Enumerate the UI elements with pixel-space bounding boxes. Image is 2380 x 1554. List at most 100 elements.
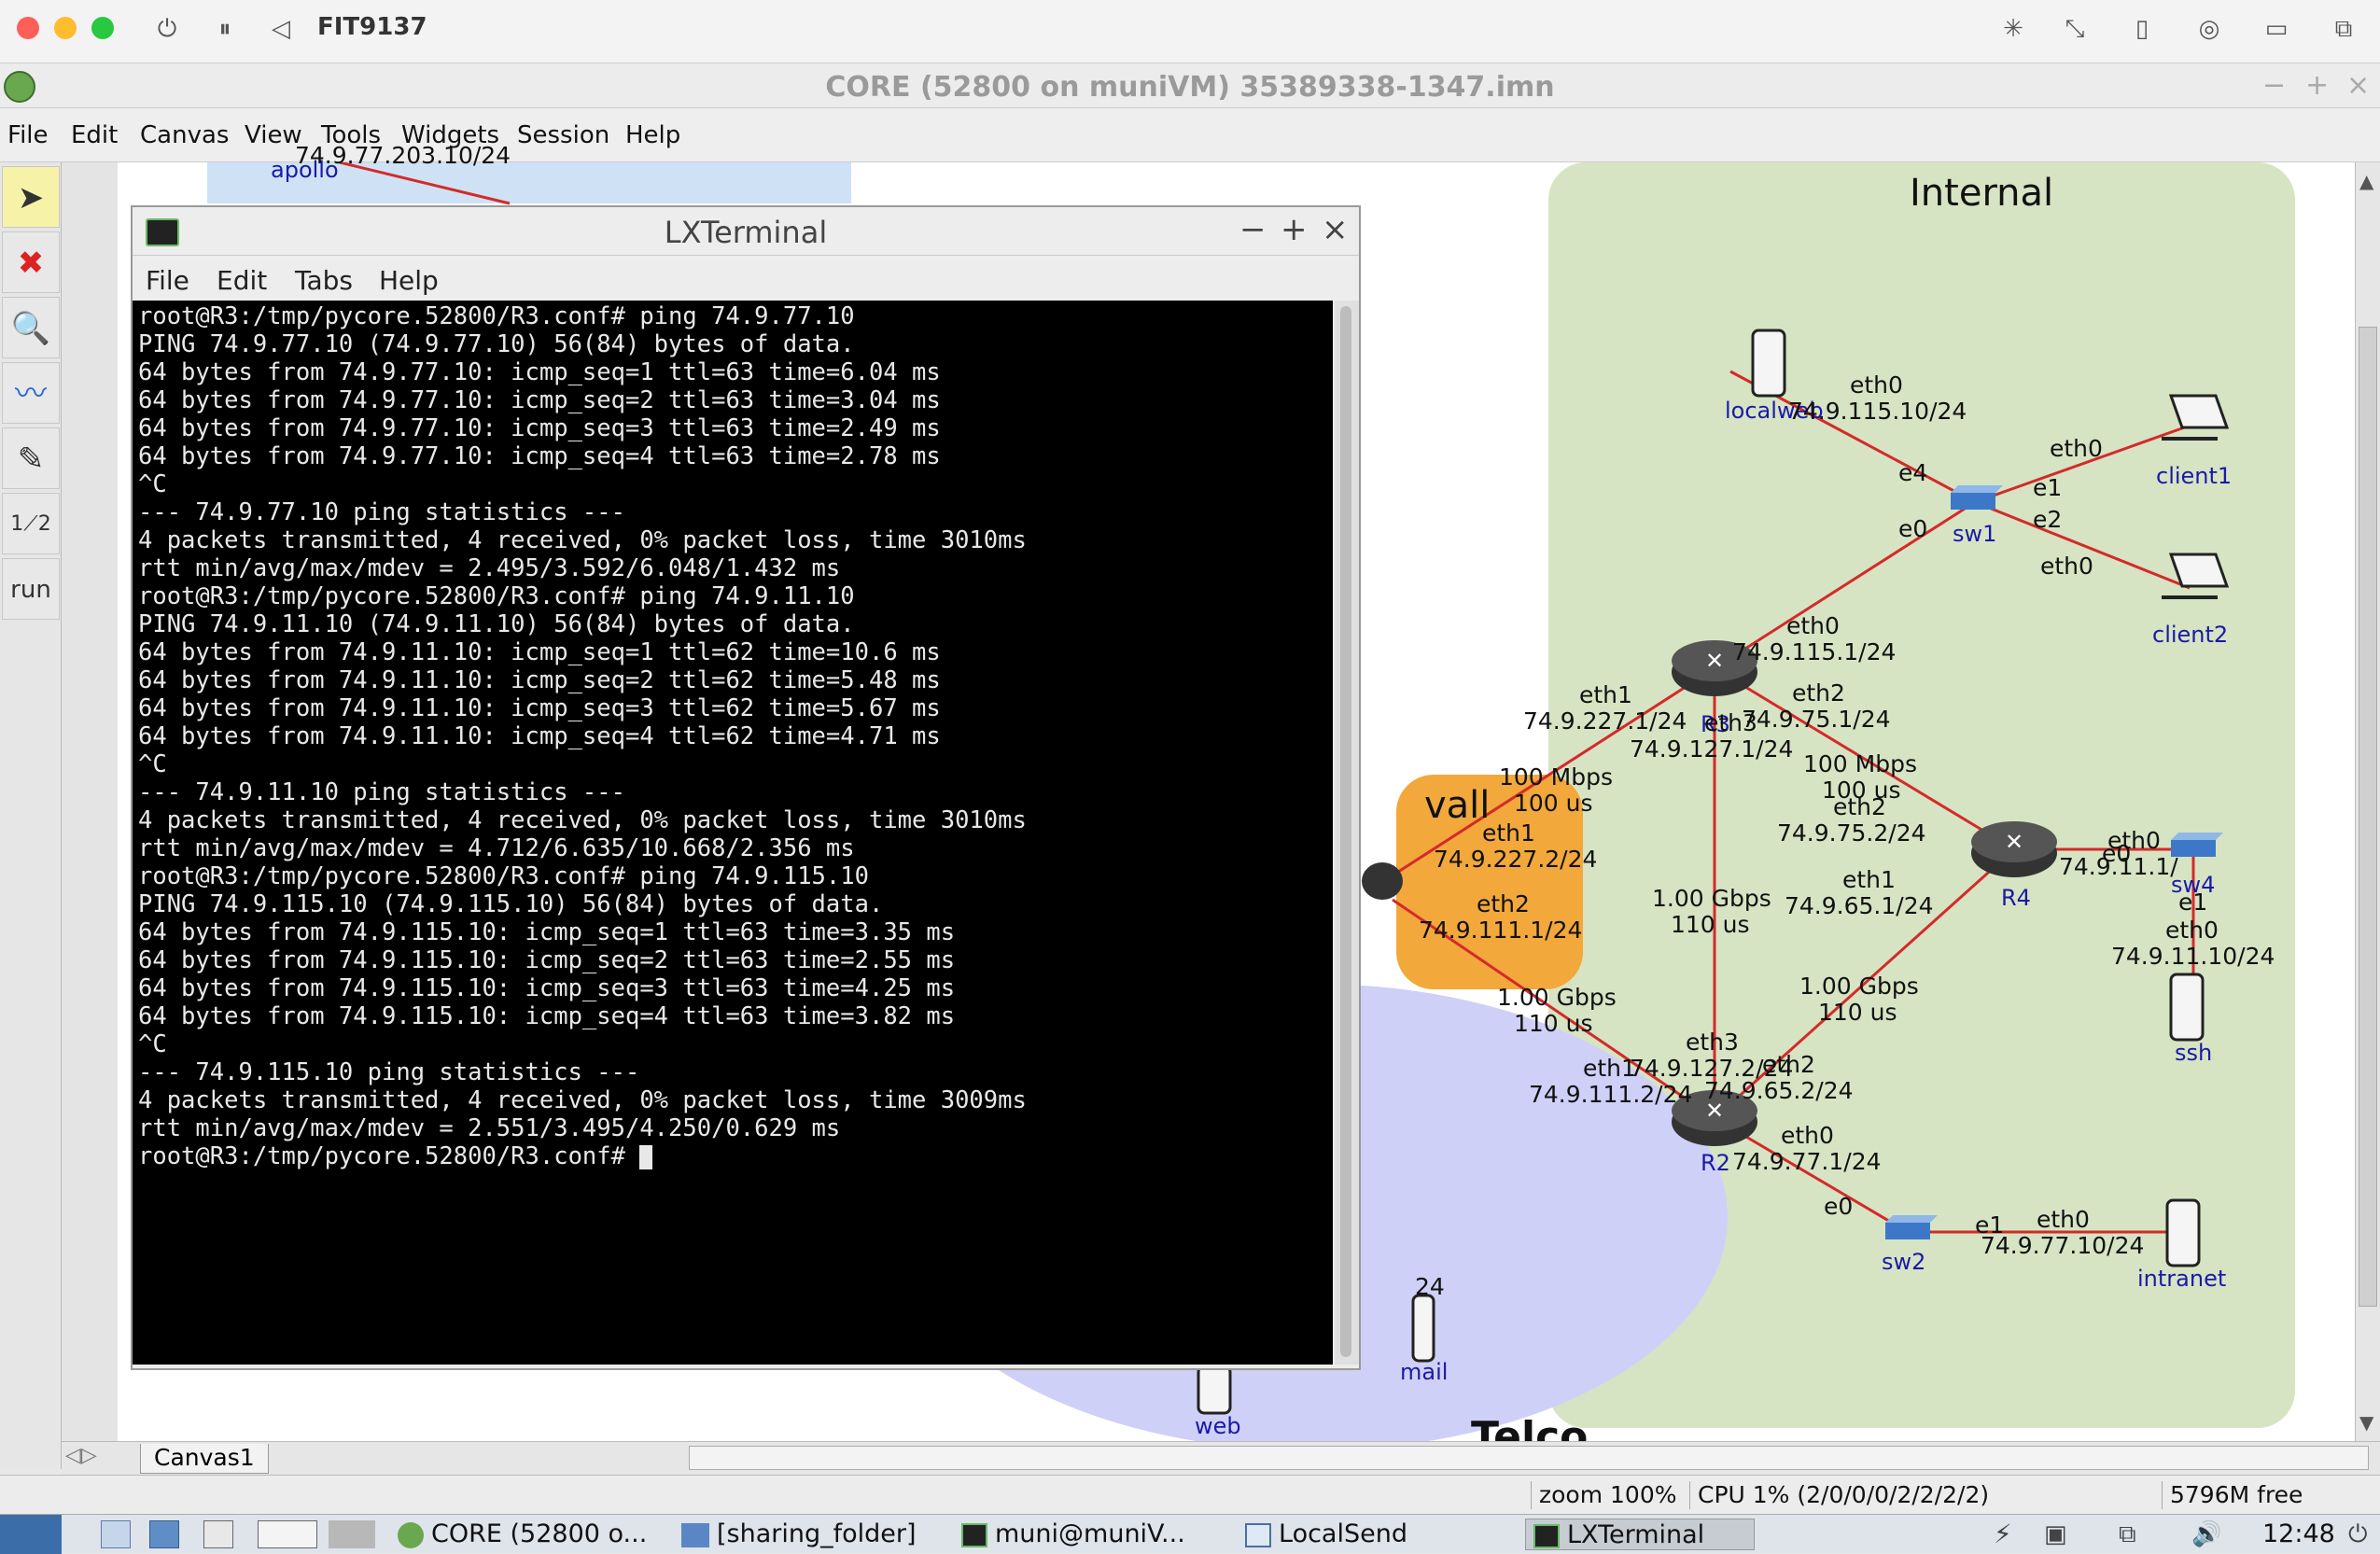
- terminal-cursor: [639, 1145, 653, 1169]
- stop-tool-icon[interactable]: ✖: [2, 231, 60, 293]
- node-client2-label[interactable]: client2: [2152, 622, 2228, 648]
- shutdown-tray-icon[interactable]: ⏻: [2348, 1519, 2368, 1550]
- resize-icon[interactable]: ⤡: [2059, 13, 2091, 45]
- minimize-icon[interactable]: −: [2262, 69, 2286, 102]
- scroll-down-icon[interactable]: ▼: [2359, 1411, 2373, 1434]
- maximize-icon[interactable]: +: [1281, 211, 1308, 248]
- menu-view[interactable]: View: [245, 121, 302, 149]
- switch-sw1-icon[interactable]: [1951, 485, 2003, 510]
- node-sw1-label[interactable]: sw1: [1953, 521, 1996, 547]
- two-node-tool-icon[interactable]: 1⟋2: [2, 493, 60, 554]
- camera-icon[interactable]: ◎: [2193, 13, 2225, 45]
- terminal-line: 64 bytes from 74.9.11.10: icmp_seq=1 ttl…: [138, 638, 941, 666]
- minimize-icon[interactable]: −: [1239, 211, 1267, 248]
- brightness-icon[interactable]: ✳: [1997, 13, 2029, 45]
- terminal-icon: [1533, 1523, 1560, 1548]
- maximize-window-button[interactable]: [91, 17, 114, 39]
- terminal-output[interactable]: root@R3:/tmp/pycore.52800/R3.conf# ping …: [133, 301, 1333, 1365]
- window-icon[interactable]: [203, 1520, 233, 1548]
- close-icon[interactable]: ×: [1322, 211, 1349, 248]
- node-r2-label[interactable]: R2: [1701, 1150, 1730, 1176]
- terminal-launcher-icon[interactable]: [258, 1520, 317, 1548]
- power-icon[interactable]: ⏻: [151, 13, 183, 45]
- start-menu-icon[interactable]: [0, 1515, 62, 1554]
- volume-tray-icon[interactable]: 🔊: [2191, 1519, 2221, 1550]
- server-intranet-icon[interactable]: [2165, 1198, 2201, 1267]
- link-bw-label: 1.00 Gbps: [1497, 984, 1617, 1011]
- task-lxterminal[interactable]: LXTerminal: [1525, 1519, 1755, 1550]
- terminal-scroll-thumb[interactable]: [1340, 306, 1351, 1357]
- ip-label: 74.9.75.2/24: [1777, 819, 1926, 847]
- close-icon[interactable]: ×: [2346, 69, 2370, 102]
- window-icon[interactable]: ⧉: [2328, 13, 2359, 45]
- iface-label: eth1: [1583, 1055, 1636, 1082]
- server-localweb-icon[interactable]: [1751, 329, 1786, 398]
- zoom-tool-icon[interactable]: 🔍: [2, 297, 60, 358]
- canvas-tabbar: ◁▷ Canvas1: [62, 1441, 2380, 1475]
- cpu-tray-icon[interactable]: ▣: [2044, 1519, 2067, 1550]
- lx-menu-file[interactable]: File: [146, 265, 189, 296]
- task-muni-terminal[interactable]: muni@muniV...: [961, 1519, 1185, 1550]
- svg-text:✕: ✕: [2005, 829, 2023, 855]
- select-tool-icon[interactable]: ➤: [2, 166, 60, 228]
- menu-help[interactable]: Help: [625, 121, 680, 149]
- node-web-label[interactable]: web: [1195, 1413, 1241, 1439]
- ip-label: 74.9.115.10/24: [1788, 398, 1967, 425]
- maximize-icon[interactable]: +: [2305, 69, 2329, 102]
- menu-session[interactable]: Session: [517, 121, 609, 149]
- lxterminal-title-bar[interactable]: LXTerminal − + ×: [133, 207, 1359, 256]
- switch-sw4-icon[interactable]: [2171, 833, 2223, 857]
- node-ssh-label[interactable]: ssh: [2175, 1040, 2212, 1066]
- blank-launcher-icon[interactable]: [329, 1520, 375, 1548]
- iface-label: e1: [2178, 889, 2208, 916]
- menu-edit[interactable]: Edit: [71, 121, 118, 149]
- scroll-up-icon[interactable]: ▲: [2359, 170, 2373, 192]
- menu-file[interactable]: File: [7, 121, 49, 149]
- node-r4-label[interactable]: R4: [2001, 885, 2031, 911]
- node-intranet-label[interactable]: intranet: [2137, 1266, 2226, 1292]
- node-mail-label[interactable]: mail: [1400, 1359, 1448, 1385]
- iface-label: e0: [2102, 840, 2132, 867]
- lx-menu-help[interactable]: Help: [379, 265, 439, 296]
- router-r4-icon[interactable]: ✕: [1971, 821, 2057, 877]
- marker-tool-icon[interactable]: ✎: [2, 427, 60, 489]
- terminal-line: ^C: [138, 750, 167, 778]
- back-icon[interactable]: ◁: [265, 13, 297, 45]
- lxterminal-window[interactable]: LXTerminal − + × File Edit Tabs Help roo…: [131, 205, 1361, 1370]
- plot-tool-icon[interactable]: 〰: [2, 362, 60, 424]
- file-manager-icon[interactable]: [101, 1520, 131, 1548]
- folder-icon[interactable]: ▭: [2261, 13, 2292, 45]
- terminal-scrollbar[interactable]: [1335, 301, 1359, 1365]
- task-sharing-folder[interactable]: [sharing_folder]: [681, 1519, 917, 1550]
- run-tool[interactable]: run: [2, 558, 60, 620]
- menu-canvas[interactable]: Canvas: [140, 121, 229, 149]
- tab-canvas1[interactable]: Canvas1: [140, 1444, 269, 1474]
- node-sw2-label[interactable]: sw2: [1882, 1249, 1925, 1275]
- task-localsend[interactable]: LocalSend: [1245, 1519, 1407, 1550]
- core-statusbar: zoom 100% CPU 1% (2/0/0/0/2/2/2/2) 5796M…: [0, 1475, 2380, 1514]
- desktop-icon[interactable]: [149, 1520, 179, 1548]
- iface-label: eth2: [1833, 793, 1886, 820]
- scroll-thumb[interactable]: [2359, 327, 2377, 1307]
- minimize-window-button[interactable]: [54, 17, 77, 39]
- ip-label: 74.9.127.1/24: [1630, 735, 1794, 763]
- network-tray-icon[interactable]: ⧉: [2119, 1519, 2136, 1550]
- power-tray-icon[interactable]: ⚡: [1994, 1519, 2012, 1550]
- lx-menu-edit[interactable]: Edit: [217, 265, 267, 296]
- server-ssh-icon[interactable]: [2169, 973, 2205, 1042]
- server-mail-icon[interactable]: [1411, 1294, 1435, 1363]
- core-title-bar: CORE (52800 on muniVM) 35389338-1347.imn…: [0, 63, 2380, 108]
- tab-prev-icon[interactable]: ◁▷: [65, 1444, 97, 1467]
- server-web-icon[interactable]: [1197, 1365, 1232, 1415]
- router-firewall-icon[interactable]: [1362, 862, 1403, 900]
- lx-menu-tabs[interactable]: Tabs: [295, 265, 353, 296]
- switch-sw2-icon[interactable]: [1885, 1215, 1938, 1239]
- node-client1-label[interactable]: client1: [2156, 463, 2232, 489]
- canvas-horizontal-scrollbar[interactable]: [689, 1446, 2369, 1470]
- pause-icon[interactable]: ⏸: [209, 13, 241, 45]
- task-core[interactable]: CORE (52800 o...: [398, 1519, 647, 1550]
- terminal-line: ^C: [138, 470, 167, 498]
- canvas-vertical-scrollbar[interactable]: ▲ ▼: [2355, 162, 2380, 1441]
- usb-icon[interactable]: ▯: [2126, 13, 2158, 45]
- close-window-button[interactable]: [17, 17, 39, 39]
